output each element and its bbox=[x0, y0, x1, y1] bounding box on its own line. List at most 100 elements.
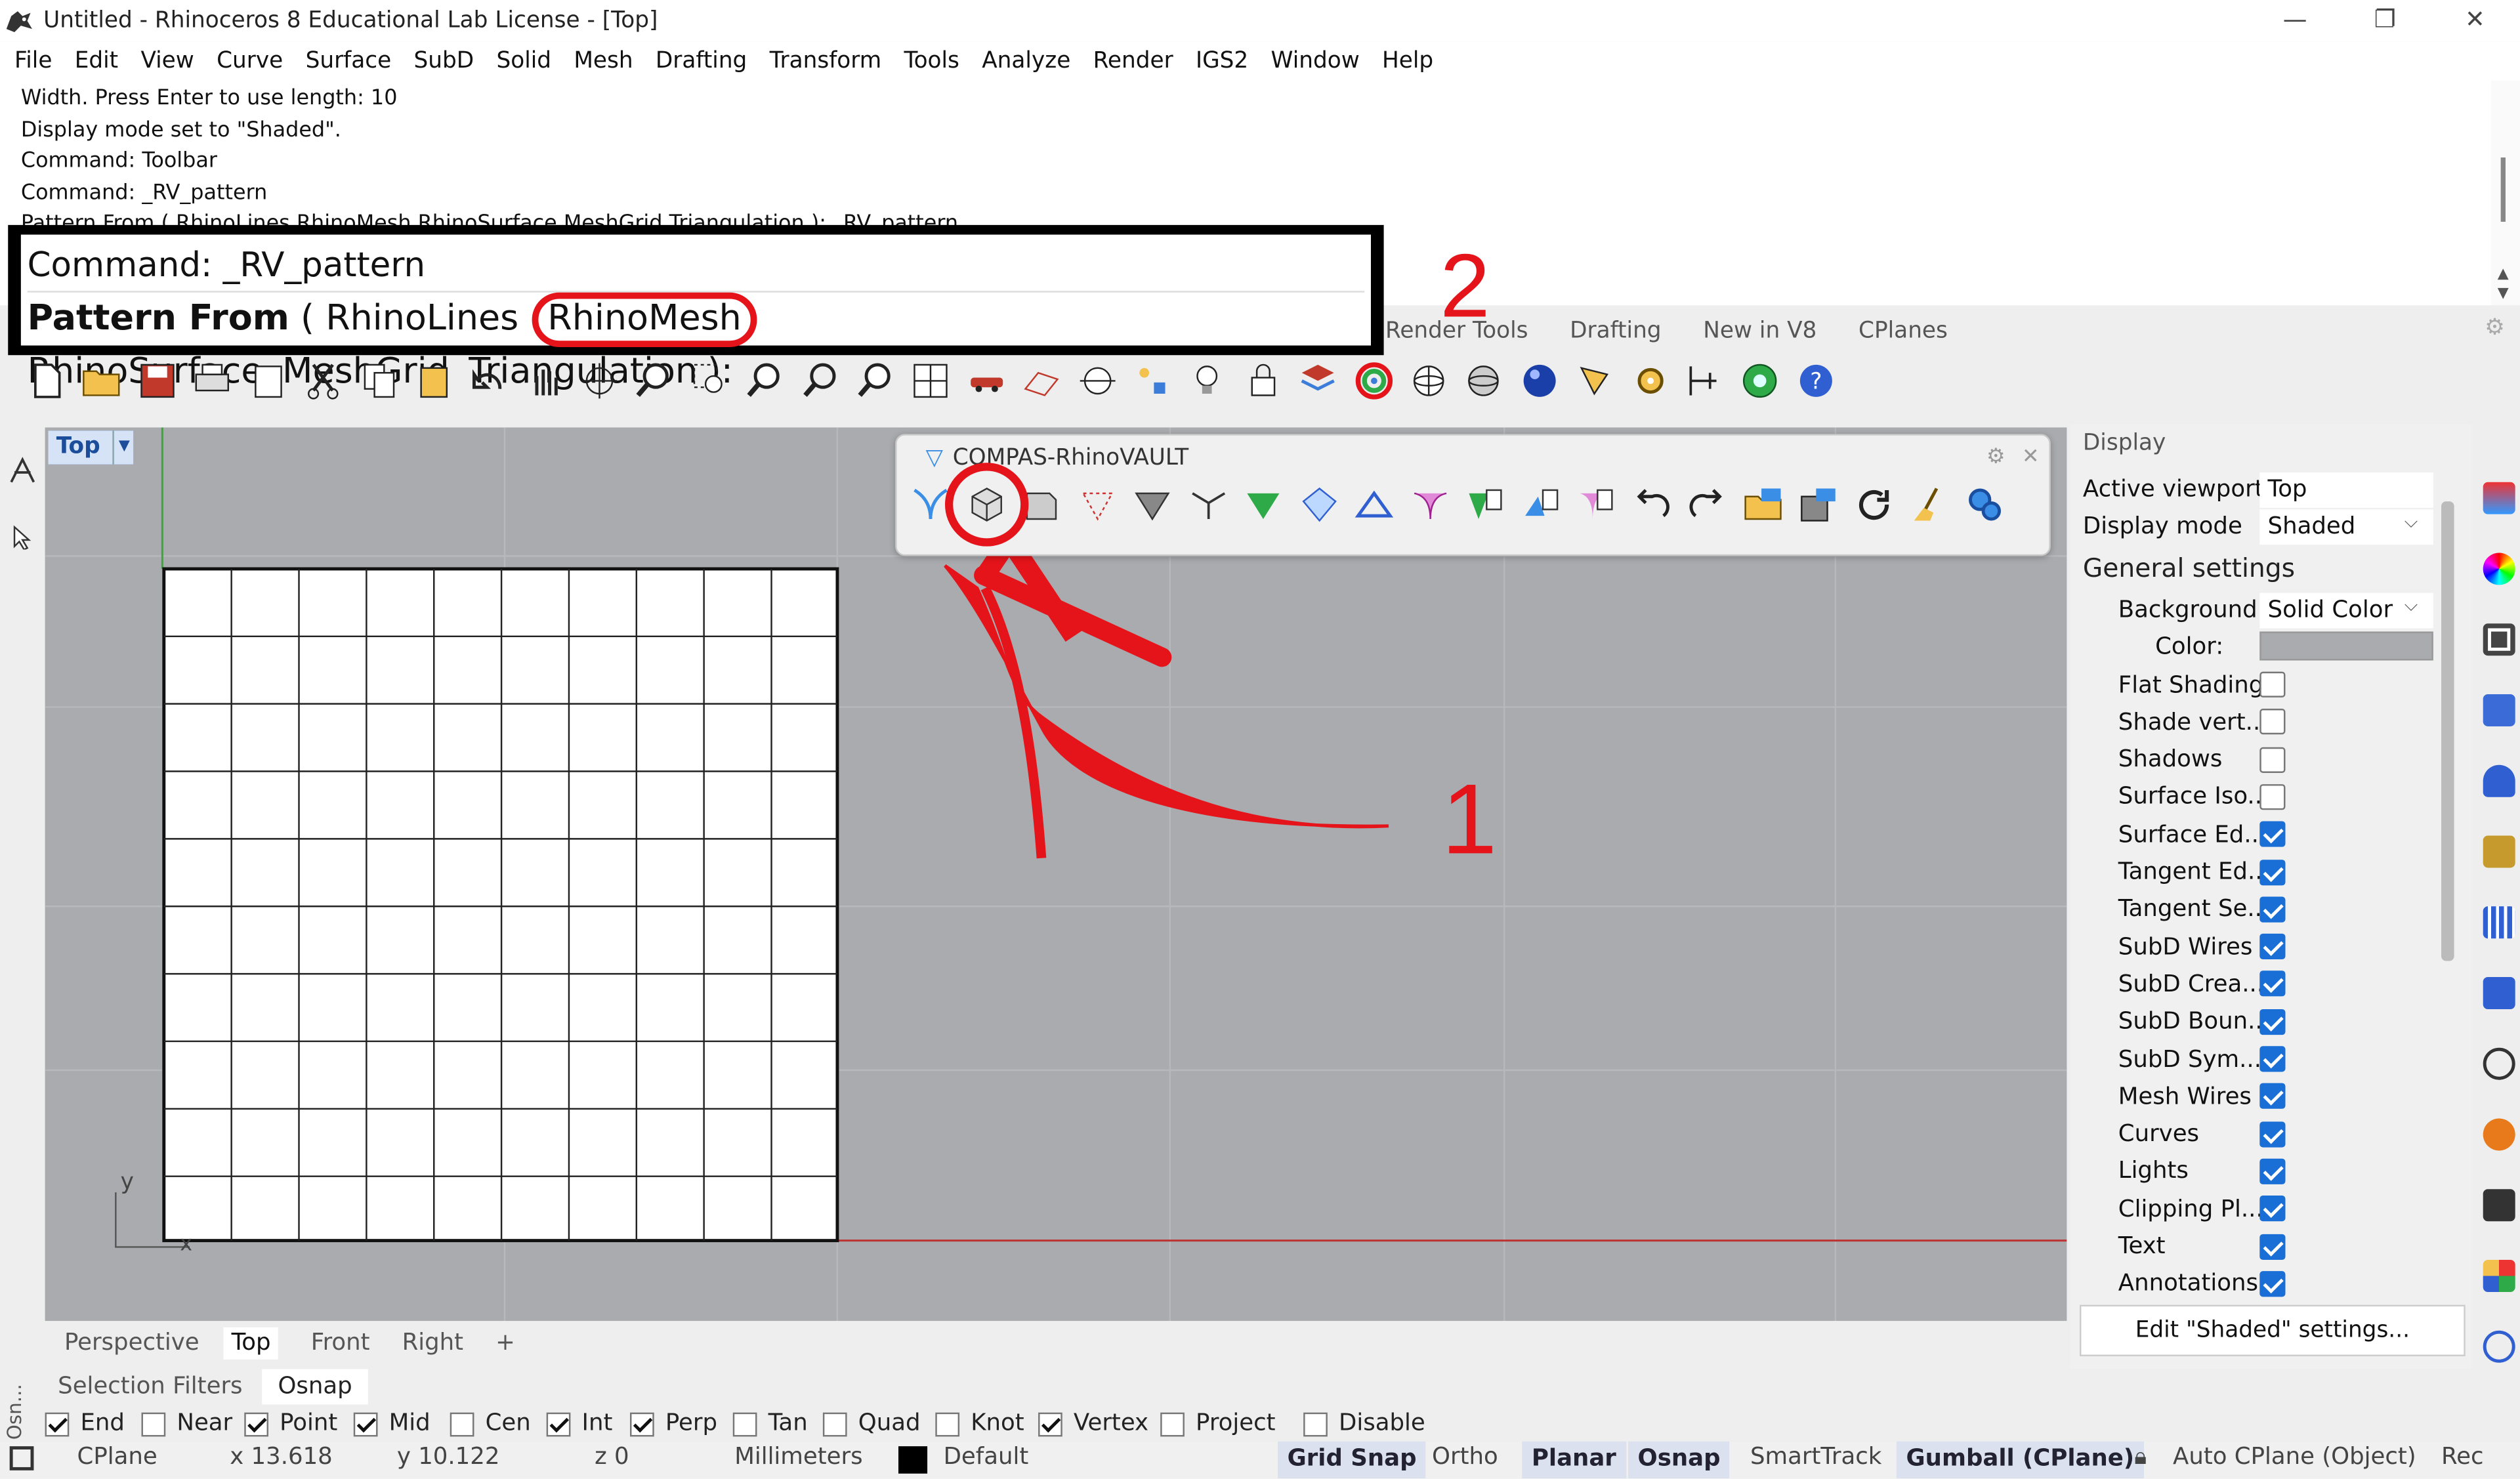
close-button[interactable]: ✕ bbox=[2430, 0, 2520, 42]
setting-checkbox[interactable] bbox=[2259, 821, 2286, 848]
setting-checkbox[interactable] bbox=[2259, 1196, 2286, 1222]
panel-scrollbar[interactable] bbox=[2441, 501, 2454, 961]
tab-perspective[interactable]: Perspective bbox=[64, 1331, 200, 1356]
gear-icon[interactable]: ⚙ bbox=[1986, 445, 2006, 469]
rv-supports-icon[interactable] bbox=[1070, 477, 1125, 531]
curve-tool-icon[interactable] bbox=[8, 453, 37, 486]
top-viewport[interactable]: y x bbox=[45, 427, 2067, 1322]
ortho-toggle[interactable]: Ortho bbox=[1432, 1445, 1498, 1470]
rhinovault-toolbar[interactable]: ▽ COMPAS-RhinoVAULT ⚙ ✕ bbox=[895, 434, 2051, 556]
zoom-extents-icon[interactable] bbox=[738, 355, 793, 406]
cut-icon[interactable] bbox=[296, 355, 351, 406]
osnap-cen[interactable]: Cen bbox=[450, 1411, 531, 1436]
osnap-mid[interactable]: Mid bbox=[353, 1411, 430, 1436]
layer-color-swatch[interactable] bbox=[898, 1446, 928, 1474]
help-icon[interactable] bbox=[2483, 694, 2515, 726]
tab-osnap[interactable]: Osnap bbox=[261, 1369, 369, 1405]
settings-gears-icon[interactable] bbox=[1957, 477, 2012, 531]
setting-checkbox[interactable] bbox=[2259, 709, 2286, 735]
option-rhinolines[interactable]: RhinoLines bbox=[326, 299, 518, 339]
layers-icon[interactable] bbox=[1291, 355, 1346, 406]
menu-drafting[interactable]: Drafting bbox=[644, 43, 759, 79]
osnap-checkbox[interactable] bbox=[1038, 1411, 1062, 1436]
open-folder-icon[interactable] bbox=[75, 355, 130, 406]
rv-thrust-icon[interactable] bbox=[1347, 477, 1402, 531]
setting-checkbox[interactable] bbox=[2259, 671, 2286, 698]
osnap-checkbox[interactable] bbox=[244, 1411, 268, 1436]
setting-checkbox[interactable] bbox=[2259, 746, 2286, 772]
print-icon[interactable] bbox=[185, 355, 240, 406]
rv-diamond-icon[interactable] bbox=[1292, 477, 1347, 531]
rv-magenta-icon[interactable] bbox=[1402, 477, 1458, 531]
setting-checkbox[interactable] bbox=[2259, 1233, 2286, 1259]
close-icon[interactable]: ✕ bbox=[2022, 445, 2040, 469]
zoom-icon[interactable] bbox=[627, 355, 682, 406]
globe-icon[interactable] bbox=[1732, 355, 1788, 406]
undo-icon[interactable] bbox=[1624, 477, 1679, 531]
menu-surface[interactable]: Surface bbox=[294, 43, 402, 79]
light-bulb-icon[interactable] bbox=[1180, 355, 1235, 406]
copy-icon[interactable] bbox=[351, 355, 406, 406]
select-arrow-icon[interactable] bbox=[11, 524, 33, 550]
menu-solid[interactable]: Solid bbox=[485, 43, 562, 79]
textures-icon[interactable] bbox=[2483, 1260, 2515, 1292]
osnap-checkbox[interactable] bbox=[141, 1411, 166, 1436]
tab-drafting[interactable]: Drafting bbox=[1570, 318, 1661, 344]
record-history-toggle[interactable]: Rec bbox=[2441, 1445, 2483, 1470]
setting-checkbox[interactable] bbox=[2259, 1158, 2286, 1184]
setting-checkbox[interactable] bbox=[2259, 896, 2286, 923]
osnap-checkbox[interactable] bbox=[935, 1411, 960, 1436]
tab-top[interactable]: Top bbox=[223, 1327, 279, 1360]
viewport-name[interactable]: Top bbox=[48, 430, 114, 465]
tab-right[interactable]: Right bbox=[402, 1331, 464, 1356]
auto-cplane-toggle[interactable]: Auto CPlane (Object) bbox=[2173, 1445, 2416, 1470]
rv-save-icon[interactable] bbox=[1790, 477, 1845, 531]
grid-plane-icon[interactable] bbox=[1014, 355, 1069, 406]
wireframe-sphere-icon[interactable] bbox=[1401, 355, 1456, 406]
menu-transform[interactable]: Transform bbox=[758, 43, 892, 79]
zoom-selected-icon[interactable] bbox=[793, 355, 849, 406]
shaded-sphere-icon[interactable] bbox=[1456, 355, 1511, 406]
status-cplane[interactable]: CPlane bbox=[77, 1445, 158, 1470]
rendered-sphere-icon[interactable] bbox=[1511, 355, 1566, 406]
osnap-point[interactable]: Point bbox=[244, 1411, 337, 1436]
setting-checkbox[interactable] bbox=[2259, 1083, 2286, 1110]
car-icon[interactable] bbox=[959, 355, 1014, 406]
dimension-icon[interactable] bbox=[1677, 355, 1732, 406]
osnap-quad[interactable]: Quad bbox=[822, 1411, 921, 1436]
layout-toggle-icon[interactable] bbox=[9, 1446, 34, 1470]
grid-snap-toggle[interactable]: Grid Snap bbox=[1277, 1441, 1427, 1479]
named-views-icon[interactable] bbox=[2483, 835, 2515, 868]
menu-subd[interactable]: SubD bbox=[402, 43, 485, 79]
sun-icon[interactable] bbox=[2483, 1118, 2515, 1151]
osnap-perp[interactable]: Perp bbox=[630, 1411, 717, 1436]
background-color-swatch[interactable] bbox=[2259, 631, 2433, 661]
setting-checkbox[interactable] bbox=[2259, 1270, 2286, 1297]
rv-pink-doc-icon[interactable] bbox=[1568, 477, 1624, 531]
materials-icon[interactable] bbox=[2483, 1047, 2515, 1080]
menu-mesh[interactable]: Mesh bbox=[562, 43, 644, 79]
tab-cplanes[interactable]: CPlanes bbox=[1858, 318, 1948, 344]
redo-icon[interactable] bbox=[1679, 477, 1734, 531]
option-rhinomesh[interactable]: RhinoMesh bbox=[531, 292, 758, 347]
osnap-end[interactable]: End bbox=[45, 1411, 125, 1436]
material-icon[interactable] bbox=[1567, 355, 1622, 406]
menu-analyze[interactable]: Analyze bbox=[971, 43, 1082, 79]
setting-checkbox[interactable] bbox=[2259, 1046, 2286, 1072]
grid-icon[interactable] bbox=[2483, 906, 2515, 939]
chevron-down-icon[interactable]: ▼ bbox=[113, 430, 135, 465]
notification-bell-icon[interactable] bbox=[2483, 764, 2515, 797]
chevron-down-icon[interactable]: ⌵ bbox=[2404, 511, 2418, 533]
reload-icon[interactable] bbox=[1846, 477, 1901, 531]
history-scrollbar[interactable]: ▲ ▼ bbox=[2490, 80, 2520, 306]
osnap-project[interactable]: Project bbox=[1160, 1411, 1276, 1436]
tab-selection-filters[interactable]: Selection Filters bbox=[58, 1374, 242, 1400]
help-icon[interactable]: ? bbox=[1788, 355, 1843, 406]
layers-icon[interactable] bbox=[2483, 482, 2515, 514]
setting-checkbox[interactable] bbox=[2259, 858, 2286, 885]
four-viewports-icon[interactable] bbox=[904, 355, 959, 406]
osnap-toggle[interactable]: Osnap bbox=[1628, 1441, 1731, 1479]
menu-render[interactable]: Render bbox=[1082, 43, 1184, 79]
osnap-disable[interactable]: Disable bbox=[1303, 1411, 1425, 1436]
rhino-properties-icon[interactable] bbox=[2483, 1330, 2515, 1363]
